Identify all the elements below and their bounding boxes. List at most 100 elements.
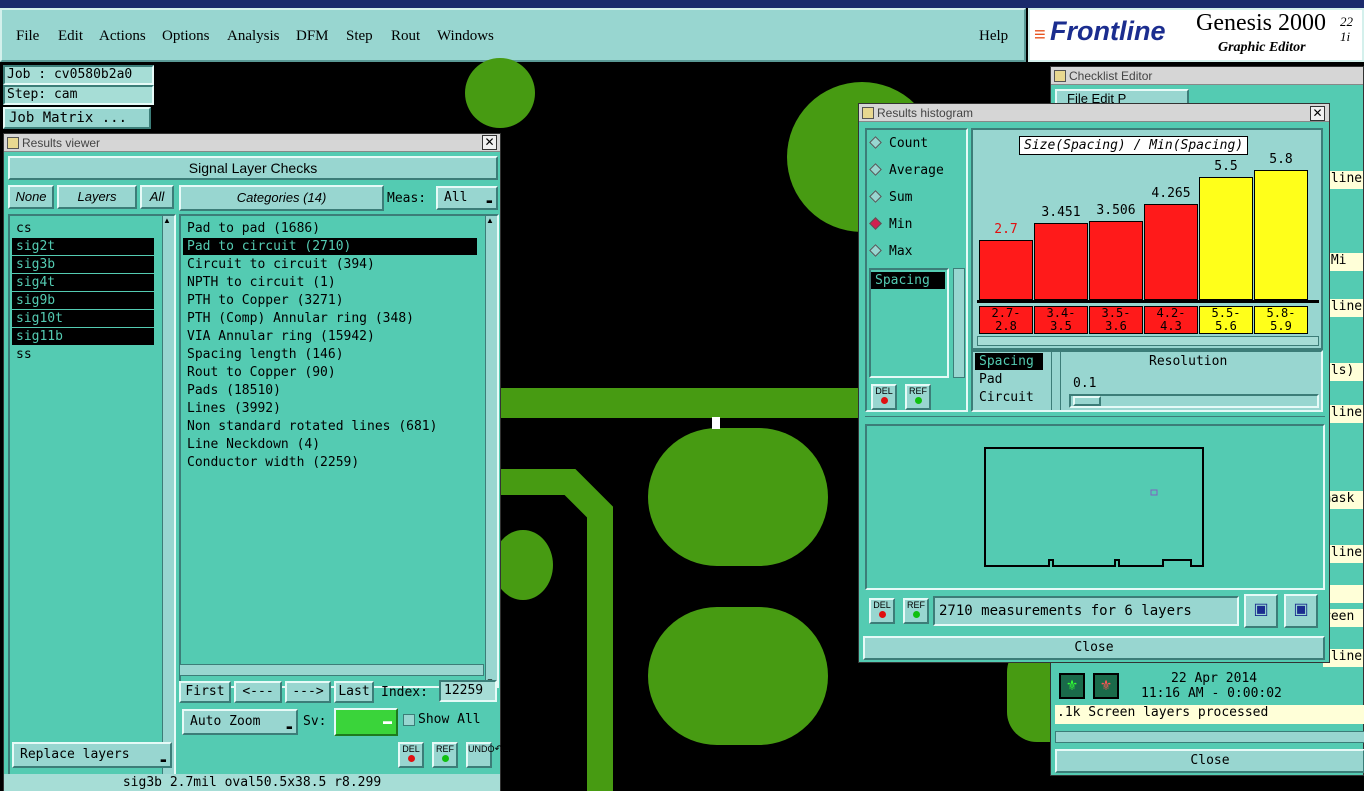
first-button[interactable]: First (179, 681, 231, 703)
next-button[interactable]: ---> (285, 681, 331, 703)
layer-item[interactable]: sig10t (12, 310, 154, 327)
layer-item[interactable]: cs (12, 220, 154, 237)
category-item[interactable]: PTH to Copper (3271) (183, 292, 477, 309)
category-item[interactable]: NPTH to circuit (1) (183, 274, 477, 291)
category-item[interactable]: VIA Annular ring (15942) (183, 328, 477, 345)
mode-radio[interactable]: Min (869, 217, 912, 232)
pane-separator[interactable] (865, 416, 1325, 421)
layer-list-scrollbar[interactable]: ▲ ▼ (162, 216, 174, 791)
type-scrollbar[interactable] (1051, 352, 1061, 410)
ref-button[interactable]: REF (432, 742, 458, 768)
hist-del-button[interactable]: DEL (871, 384, 897, 410)
histogram-bar[interactable] (1034, 223, 1088, 300)
layer-item[interactable]: sig4t (12, 274, 154, 291)
menu-windows[interactable]: Windows (437, 28, 494, 45)
spacing-list[interactable]: Spacing (869, 268, 949, 378)
hist-ref-button[interactable]: REF (905, 384, 931, 410)
board-preview[interactable] (865, 424, 1325, 590)
layer-item[interactable]: sig2t (12, 238, 154, 255)
category-item[interactable]: Non standard rotated lines (681) (183, 418, 477, 435)
del-button[interactable]: DEL (398, 742, 424, 768)
category-item[interactable]: Pads (18510) (183, 382, 477, 399)
mode-radio[interactable]: Max (869, 244, 912, 259)
export-icon[interactable]: ▣ (1244, 594, 1278, 628)
menu-options[interactable]: Options (162, 28, 210, 45)
category-item[interactable]: Pad to pad (1686) (183, 220, 477, 237)
layers-button[interactable]: Layers (57, 185, 137, 209)
green-dot-icon (912, 611, 920, 618)
menu-actions[interactable]: Actions (99, 28, 146, 45)
histogram-bar[interactable] (1254, 170, 1308, 300)
layer-item[interactable]: ss (12, 346, 154, 363)
category-item[interactable]: Spacing length (146) (183, 346, 477, 363)
checklist-hscrollbar[interactable] (1055, 731, 1364, 743)
menu-dfm[interactable]: DFM (296, 28, 329, 45)
index-input[interactable]: 12259 (439, 680, 497, 702)
stop-icon[interactable]: ⚜ (1093, 673, 1119, 699)
mode-radio[interactable]: Sum (869, 190, 912, 205)
logo-version-2: 1i (1340, 29, 1351, 44)
replace-layers-dropdown[interactable]: Replace layers ▬ (12, 742, 172, 768)
category-item[interactable]: Circuit to circuit (394) (183, 256, 477, 273)
all-button[interactable]: All (140, 185, 174, 209)
categories-button[interactable]: Categories (14) (179, 185, 384, 211)
summary-del-button[interactable]: DEL (869, 598, 895, 624)
layer-list[interactable]: cssig2tsig3bsig4tsig9bsig10tsig11bss ▲ ▼ (8, 214, 176, 791)
undo-button[interactable]: UNDO↶ (466, 742, 503, 768)
mode-radio[interactable]: Average (869, 163, 944, 178)
auto-zoom-dropdown[interactable]: Auto Zoom ▬ (182, 709, 298, 735)
type-item[interactable]: Pad (975, 371, 1043, 388)
import-icon[interactable]: ▣ (1284, 594, 1318, 628)
job-matrix-button[interactable]: Job Matrix ... (3, 107, 151, 129)
type-item[interactable]: Spacing (975, 353, 1043, 370)
close-icon[interactable]: ✕ (482, 135, 497, 150)
dropdown-icon: ▬ (486, 197, 492, 207)
layer-item[interactable]: sig3b (12, 256, 154, 273)
chart-hscrollbar[interactable] (977, 336, 1319, 346)
layer-item[interactable]: sig11b (12, 328, 154, 345)
bin-range-label: 3.5- 3.6 (1089, 306, 1143, 334)
spacing-list-item[interactable]: Spacing (871, 272, 945, 289)
app-title-bar (0, 0, 1364, 8)
menu-rout[interactable]: Rout (391, 28, 420, 45)
slider-thumb[interactable] (1073, 396, 1101, 406)
category-item[interactable]: Line Neckdown (4) (183, 436, 477, 453)
close-icon[interactable]: ✕ (1310, 106, 1325, 121)
category-item[interactable]: Conductor width (2259) (183, 454, 477, 471)
type-item[interactable]: Circuit (975, 389, 1043, 406)
histogram-bar[interactable] (1089, 221, 1143, 300)
none-button[interactable]: None (8, 185, 54, 209)
menu-edit[interactable]: Edit (58, 28, 83, 45)
histogram-bar[interactable] (979, 240, 1033, 300)
checklist-close-button[interactable]: Close (1055, 749, 1364, 773)
scroll-up-icon[interactable]: ▲ (486, 216, 494, 225)
layer-item[interactable]: sig9b (12, 292, 154, 309)
run-icon[interactable]: ⚜ (1059, 673, 1085, 699)
last-button[interactable]: Last (334, 681, 374, 703)
category-item[interactable]: Lines (3992) (183, 400, 477, 417)
menu-step[interactable]: Step (346, 28, 373, 45)
mode-radio[interactable]: Count (869, 136, 928, 151)
histogram-bar[interactable] (1144, 204, 1198, 300)
summary-ref-button[interactable]: REF (903, 598, 929, 624)
sv-color-dropdown[interactable]: ▬ (334, 708, 398, 736)
show-all-checkbox[interactable] (403, 714, 415, 726)
category-hscrollbar[interactable] (179, 664, 484, 676)
measurement-summary: 2710 measurements for 6 layers (933, 596, 1239, 626)
resolution-slider[interactable] (1069, 394, 1319, 408)
menu-file[interactable]: File (16, 28, 39, 45)
menu-analysis[interactable]: Analysis (227, 28, 280, 45)
menu-help[interactable]: Help (979, 28, 1008, 45)
category-item[interactable]: Rout to Copper (90) (183, 364, 477, 381)
category-item[interactable]: PTH (Comp) Annular ring (348) (183, 310, 477, 327)
meas-dropdown[interactable]: All ▬ (436, 186, 498, 210)
checklist-time: 11:16 AM - 0:00:02 (1141, 686, 1282, 701)
category-item[interactable]: Pad to circuit (2710) (183, 238, 477, 255)
histogram-bar[interactable] (1199, 177, 1253, 300)
prev-button[interactable]: <--- (234, 681, 282, 703)
category-list[interactable]: Pad to pad (1686) Pad to circuit (2710) Ci… (179, 214, 499, 688)
histogram-close-button[interactable]: Close (863, 636, 1325, 660)
scroll-up-icon[interactable]: ▲ (163, 216, 171, 225)
category-list-scrollbar[interactable]: ▲ ▼ (485, 216, 497, 686)
spacing-scrollbar[interactable] (953, 268, 965, 378)
